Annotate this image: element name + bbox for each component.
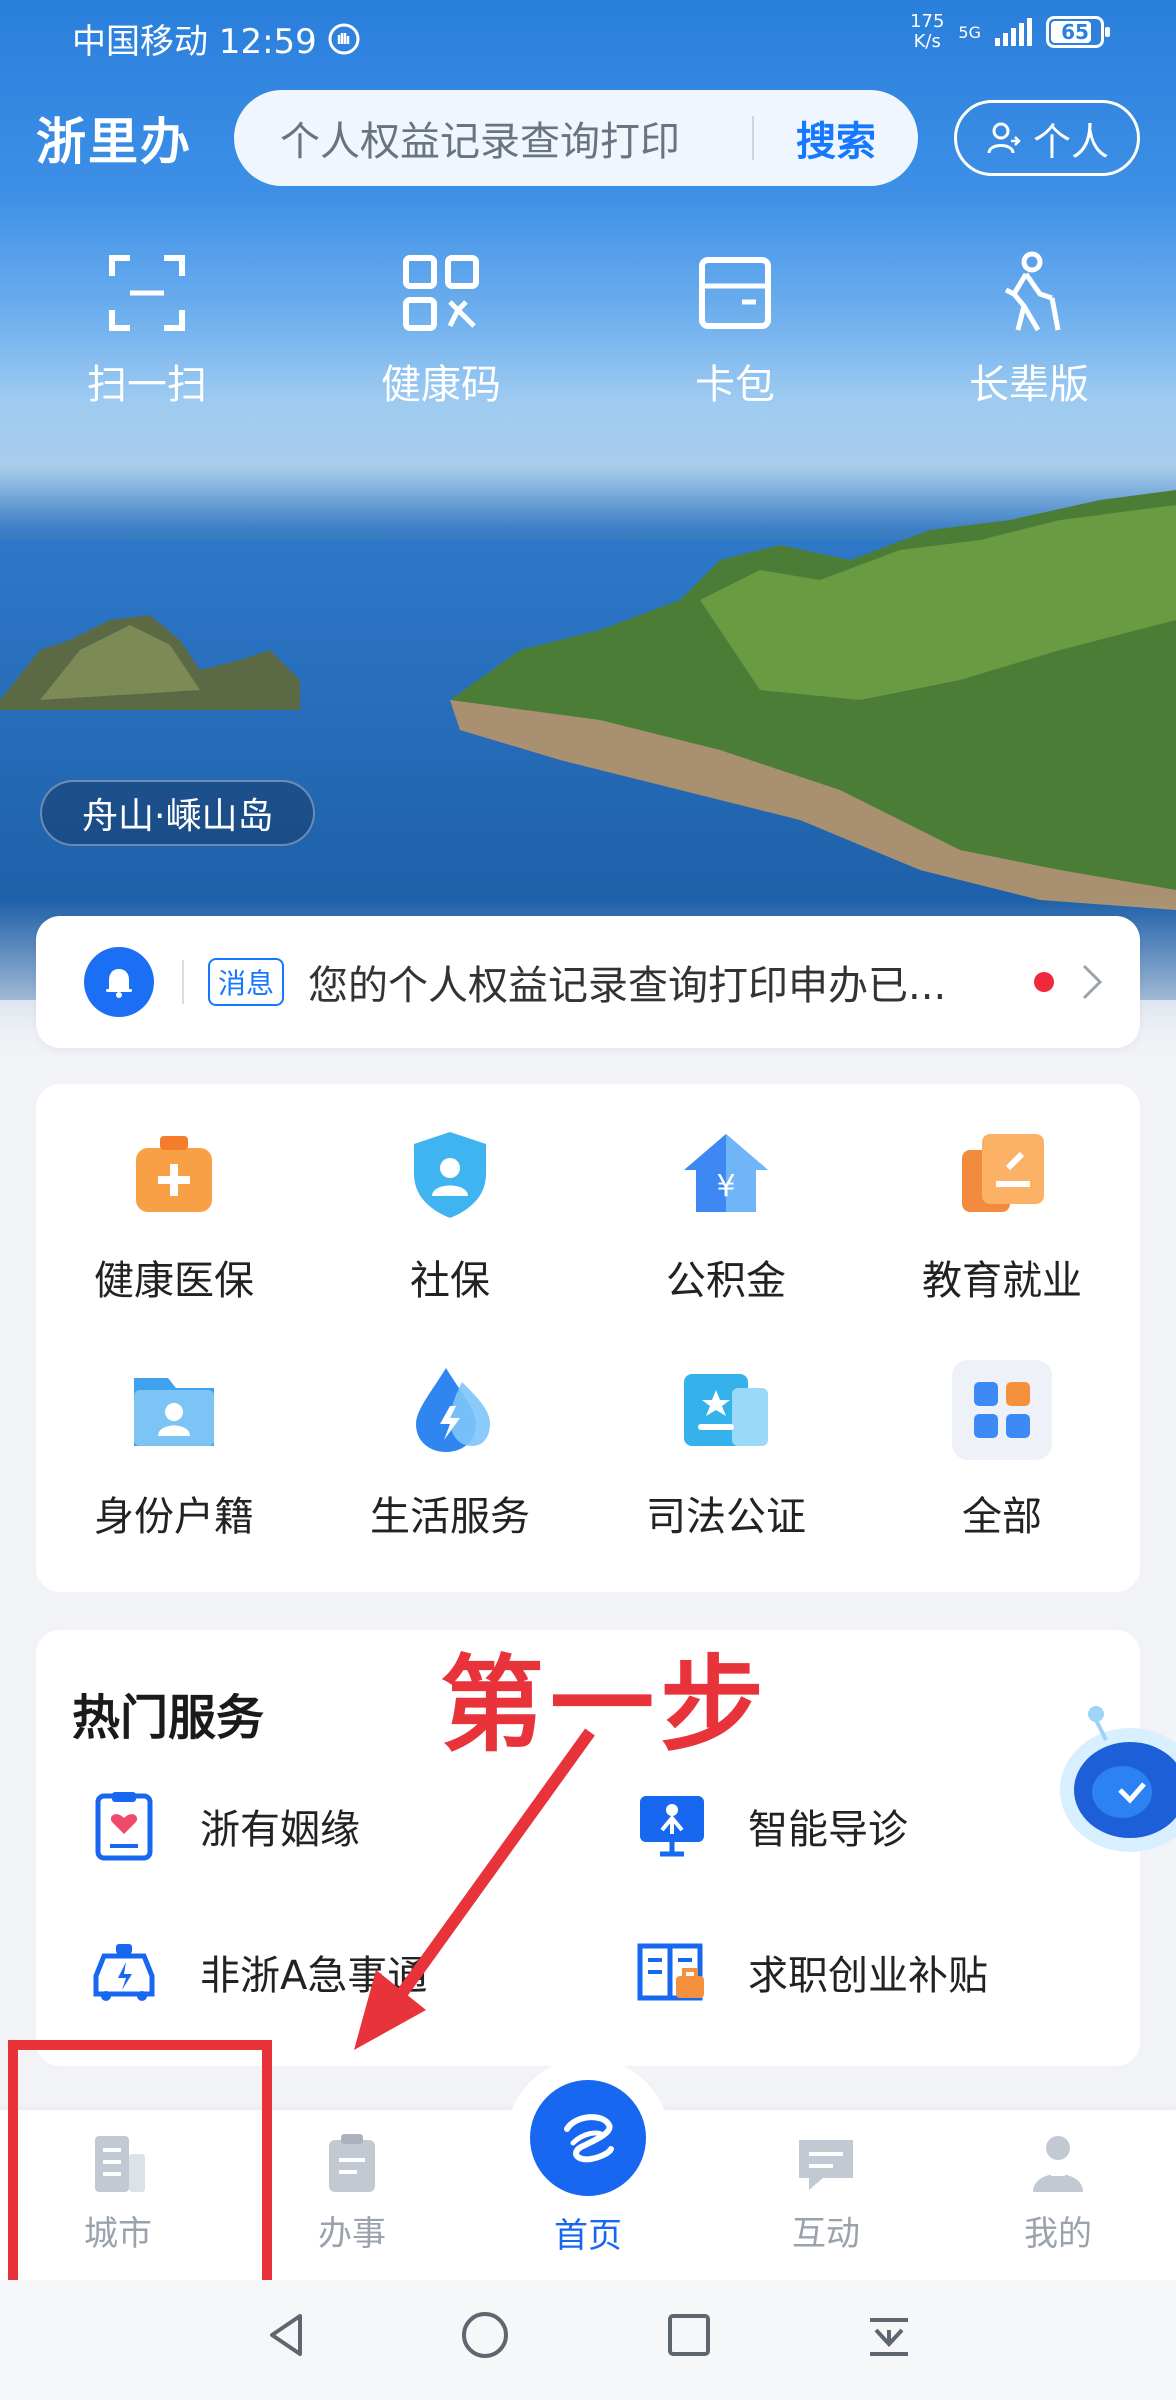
qr-code-icon <box>403 255 479 331</box>
id-folder-icon <box>134 1378 214 1446</box>
car-urgent-icon <box>93 1944 155 2001</box>
service-label: 身份户籍 <box>94 1494 254 1540</box>
justice-card-icon <box>684 1374 768 1446</box>
profile-icon <box>1033 2136 1083 2192</box>
notification-pulldown-icon[interactable] <box>864 2310 914 2360</box>
service-life-services[interactable]: 生活服务 <box>312 1360 588 1596</box>
hot-item-job-subsidy[interactable]: 求职创业补贴 <box>636 1936 988 2008</box>
net-speed-unit: K/s <box>913 31 941 52</box>
water-drop-icon <box>416 1368 490 1452</box>
back-icon[interactable] <box>262 2310 312 2360</box>
app-header: 浙里办 个人权益记录查询打印 搜索 个人 <box>0 86 1176 186</box>
education-icon <box>962 1134 1044 1212</box>
net-speed: 175 K/s <box>910 12 944 52</box>
search-bar[interactable]: 个人权益记录查询打印 搜索 <box>234 90 918 186</box>
tab-services[interactable]: 办事 <box>272 2130 432 2255</box>
status-bar: 中国移动 12:59 175 K/s 5G 65 <box>0 0 1176 72</box>
quick-scan[interactable]: 扫一扫 <box>0 250 294 410</box>
service-label: 司法公证 <box>646 1494 806 1540</box>
service-label: 公积金 <box>666 1258 786 1304</box>
tab-label: 我的 <box>1024 2214 1092 2254</box>
quick-elder-mode-label: 长辈版 <box>969 362 1089 408</box>
tab-label: 办事 <box>318 2214 386 2254</box>
message-tag: 消息 <box>208 958 285 1006</box>
hot-services-title: 热门服务 <box>72 1690 265 1746</box>
ai-assistant-robot[interactable] <box>1050 1700 1176 1870</box>
net-speed-value: 175 <box>910 11 945 32</box>
bell-icon <box>84 947 154 1017</box>
battery-icon: 65 <box>1046 16 1110 48</box>
search-input[interactable]: 个人权益记录查询打印 <box>234 109 752 167</box>
hot-item-label: 智能导诊 <box>748 1807 908 1853</box>
signal-icon <box>995 18 1032 46</box>
hot-item-smart-triage[interactable]: 智能导诊 <box>636 1790 908 1862</box>
service-justice-notary[interactable]: 司法公证 <box>588 1360 864 1596</box>
job-subsidy-icon <box>637 1943 704 2001</box>
quick-card-wallet[interactable]: 卡包 <box>588 250 882 410</box>
service-label: 全部 <box>962 1494 1042 1540</box>
message-text: 您的个人权益记录查询打印申办已... <box>308 963 947 1009</box>
service-id-household[interactable]: 身份户籍 <box>36 1360 312 1596</box>
quick-card-wallet-label: 卡包 <box>695 362 775 408</box>
grid-all-icon <box>952 1360 1052 1460</box>
service-social-security[interactable]: 社保 <box>312 1124 588 1360</box>
elder-icon <box>1004 251 1061 332</box>
medical-kit-icon <box>136 1136 212 1212</box>
clipboard-icon <box>329 2134 375 2192</box>
message-bar[interactable]: 消息 您的个人权益记录查询打印申办已... <box>36 916 1140 1048</box>
tab-home-label: 首页 <box>554 2216 622 2256</box>
service-health-insurance[interactable]: 健康医保 <box>36 1124 312 1360</box>
svg-text:¥: ¥ <box>716 1169 735 1204</box>
user-switch-icon <box>987 122 1021 154</box>
search-button[interactable]: 搜索 <box>754 109 918 167</box>
robot-icon <box>1060 1706 1176 1852</box>
service-all[interactable]: 全部 <box>864 1360 1140 1596</box>
app-logo: 浙里办 <box>36 112 192 171</box>
annotation-arrow <box>354 1728 595 2050</box>
scan-icon <box>109 255 185 331</box>
unread-dot <box>1034 972 1055 992</box>
zheliban-logo-icon <box>564 2114 614 2163</box>
card-wallet-icon <box>699 257 771 329</box>
housing-fund-icon: ¥ <box>684 1134 768 1212</box>
quick-health-code[interactable]: 健康码 <box>294 250 588 410</box>
tab-home[interactable] <box>530 2080 646 2196</box>
service-label: 教育就业 <box>922 1258 1082 1304</box>
hand-icon <box>328 23 360 54</box>
marriage-icon <box>95 1792 153 1861</box>
chevron-right-icon <box>1082 964 1103 1000</box>
service-label: 社保 <box>410 1258 490 1304</box>
tab-interact[interactable]: 互动 <box>746 2130 906 2255</box>
message-divider <box>182 960 184 1004</box>
chat-bubble-icon <box>799 2140 853 2190</box>
service-housing-fund[interactable]: ¥ 公积金 <box>588 1124 864 1360</box>
carrier-time: 中国移动 12:59 <box>72 22 317 62</box>
quick-scan-label: 扫一扫 <box>87 362 207 408</box>
battery-level: 65 <box>1061 20 1089 44</box>
quick-elder-mode[interactable]: 长辈版 <box>882 250 1176 410</box>
hot-item-marriage[interactable]: 浙有姻缘 <box>88 1790 360 1862</box>
quick-health-code-label: 健康码 <box>381 362 501 408</box>
hot-item-label: 求职创业补贴 <box>748 1953 988 1999</box>
tab-label: 互动 <box>792 2214 860 2254</box>
service-label: 健康医保 <box>94 1258 254 1304</box>
service-label: 生活服务 <box>370 1494 530 1540</box>
personal-button[interactable]: 个人 <box>954 100 1140 176</box>
recents-icon[interactable] <box>664 2310 714 2360</box>
service-grid: 健康医保 社保 ¥ 公积金 教育就业 身份户籍 生活服务 司法公证 全部 <box>36 1084 1140 1592</box>
service-education-employment[interactable]: 教育就业 <box>864 1124 1140 1360</box>
network-type: 5G <box>958 22 981 42</box>
location-badge[interactable]: 舟山·嵊山岛 <box>40 780 316 846</box>
personal-label: 个人 <box>1032 119 1109 164</box>
home-circle-icon[interactable] <box>460 2310 510 2360</box>
quick-actions: 扫一扫 健康码 卡包 长辈版 <box>0 250 1176 410</box>
system-navigation-bar <box>0 2280 1176 2400</box>
smart-triage-icon <box>640 1796 704 1857</box>
social-security-shield-icon <box>414 1132 486 1218</box>
tab-mine[interactable]: 我的 <box>978 2130 1138 2255</box>
annotation-highlight-box <box>8 2040 272 2318</box>
